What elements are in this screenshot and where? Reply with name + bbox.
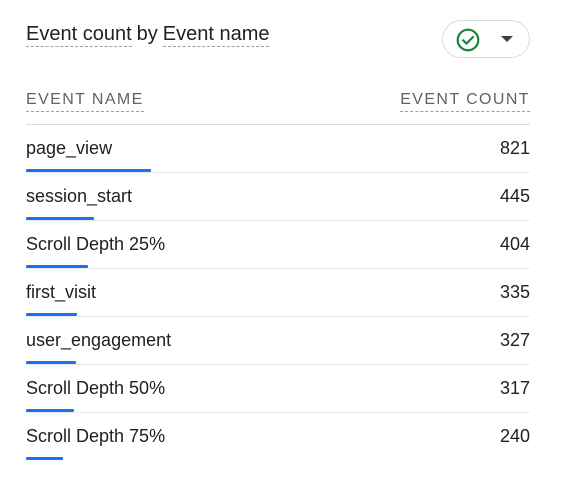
column-header-event-name[interactable]: EVENT NAME [26, 90, 144, 112]
event-count-card: Event count by Event name EVENT NAME EVENT… [0, 0, 572, 480]
column-header-event-count[interactable]: EVENT COUNT [400, 90, 530, 112]
table-row[interactable]: user_engagement 327 [26, 317, 530, 365]
check-circle-icon [456, 28, 480, 52]
event-count-bar [26, 457, 63, 460]
table-row[interactable]: Scroll Depth 75% 240 [26, 413, 530, 460]
caret-down-icon [501, 36, 513, 42]
table-row[interactable]: Scroll Depth 50% 317 [26, 365, 530, 413]
event-count-bar [26, 217, 94, 220]
event-count: 335 [499, 282, 530, 302]
event-count-bar [26, 265, 88, 268]
table-row[interactable]: page_view 821 [26, 125, 530, 173]
table-row[interactable]: Scroll Depth 25% 404 [26, 221, 530, 269]
event-count: 240 [499, 426, 530, 446]
event-name: Scroll Depth 50% [26, 378, 166, 398]
table-row[interactable]: first_visit 335 [26, 269, 530, 317]
event-count-bar [26, 409, 74, 412]
comparison-status-dropdown[interactable] [442, 20, 530, 58]
event-count-bar [26, 313, 77, 316]
event-count: 821 [499, 138, 530, 158]
table-header: EVENT NAME EVENT COUNT [26, 88, 530, 125]
event-name: page_view [26, 138, 113, 158]
event-count: 327 [499, 330, 530, 350]
event-count: 317 [499, 378, 530, 398]
event-count-bar [26, 169, 151, 172]
metric-label[interactable]: Event count [26, 23, 132, 47]
title-connector: by [136, 23, 158, 45]
event-name: Scroll Depth 75% [26, 426, 166, 446]
dimension-label[interactable]: Event name [162, 23, 270, 47]
table-body: page_view 821 session_start 445 Scroll Depth… [26, 125, 530, 460]
event-name: session_start [26, 186, 133, 206]
table-row[interactable]: session_start 445 [26, 173, 530, 221]
event-name: user_engagement [26, 330, 172, 350]
card-title: Event count by Event name [26, 21, 270, 47]
event-name: first_visit [26, 282, 97, 302]
event-count-bar [26, 361, 76, 364]
card-header: Event count by Event name [26, 20, 532, 60]
event-name: Scroll Depth 25% [26, 234, 166, 254]
event-count: 445 [499, 186, 530, 206]
event-count: 404 [499, 234, 530, 254]
